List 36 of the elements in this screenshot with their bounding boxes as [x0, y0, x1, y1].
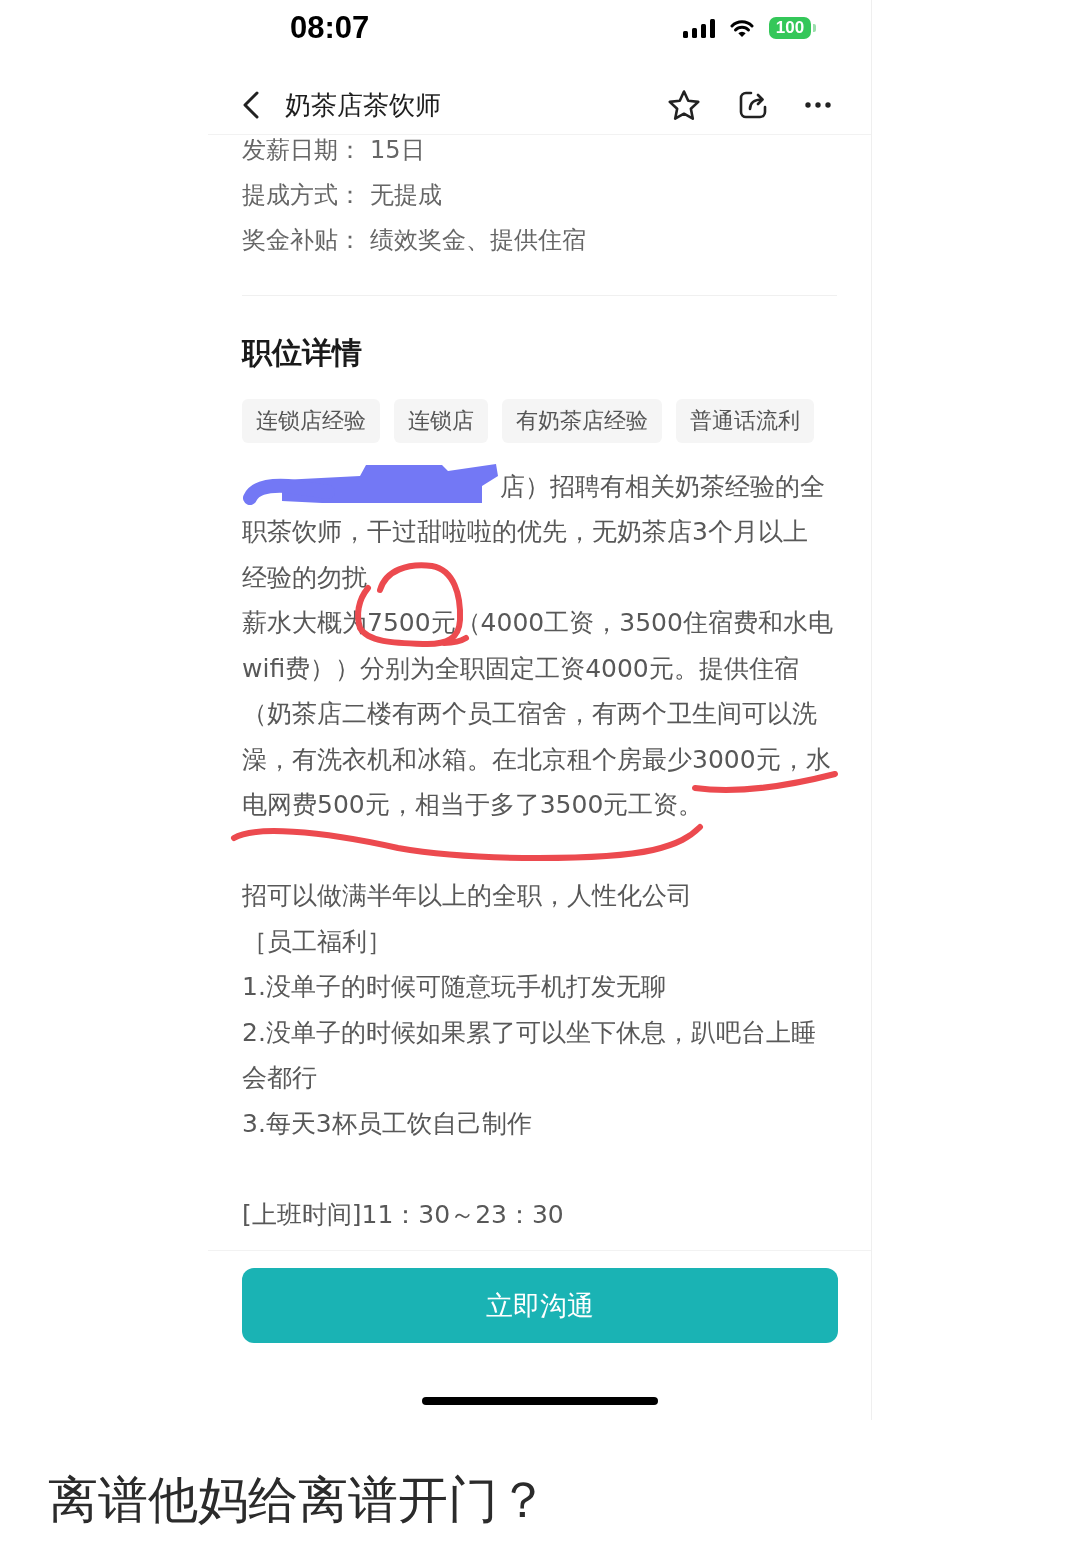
description-line: 会都行	[242, 1064, 317, 1093]
battery-indicator: 100	[769, 17, 816, 39]
share-icon[interactable]	[737, 89, 769, 121]
requirement-tag: 连锁店经验	[242, 399, 380, 443]
section-heading: 职位详情	[242, 334, 363, 372]
description-line: 电网费500元，相当于多了3500元工资。	[242, 791, 704, 820]
requirement-tag: 连锁店	[394, 399, 488, 443]
info-label: 发薪日期：	[242, 135, 362, 165]
description-line: 经验的勿扰	[242, 563, 367, 592]
signal-icon	[683, 18, 715, 38]
description-line: （奶茶店二楼有两个员工宿舍，有两个卫生间可以洗	[242, 700, 817, 729]
star-icon[interactable]	[667, 89, 701, 121]
description-line: 1.没单子的时候可随意玩手机打发无聊	[242, 973, 666, 1002]
info-value: 15日	[370, 135, 425, 165]
wifi-icon	[730, 19, 754, 37]
more-icon[interactable]	[805, 102, 831, 108]
description-line: 2.没单子的时候如果累了可以坐下休息，趴吧台上睡	[242, 1018, 816, 1047]
description-line: ［员工福利］	[242, 927, 392, 956]
status-time: 08:07	[290, 10, 370, 46]
requirement-tag: 有奶茶店经验	[502, 399, 662, 443]
info-label: 奖金补贴：	[242, 225, 362, 255]
description-line: 店）招聘有相关奶茶经验的全	[500, 472, 825, 501]
info-label: 提成方式：	[242, 180, 362, 210]
back-icon[interactable]	[242, 91, 260, 119]
page-title: 奶茶店茶饮师	[285, 88, 441, 122]
description-line: 职茶饮师，干过甜啦啦的优先，无奶茶店3个月以上	[242, 518, 808, 547]
caption-text: 离谱他妈给离谱开门？	[48, 1470, 548, 1530]
description-line: 3.每天3杯员工饮自己制作	[242, 1109, 532, 1138]
info-value: 无提成	[370, 180, 442, 210]
requirement-tag: 普通话流利	[676, 399, 814, 443]
description-line: 招可以做满半年以上的全职，人性化公司	[242, 882, 692, 911]
info-value: 绩效奖金、提供住宿	[370, 225, 586, 255]
description-line: 澡，有洗衣机和冰箱。在北京租个房最少3000元，水	[242, 745, 831, 774]
chat-now-button[interactable]: 立即沟通	[241, 1268, 838, 1343]
description-line: [上班时间]11：30～23：30	[242, 1200, 564, 1229]
description-line: wifi费））分别为全职固定工资4000元。提供住宿	[242, 654, 799, 683]
